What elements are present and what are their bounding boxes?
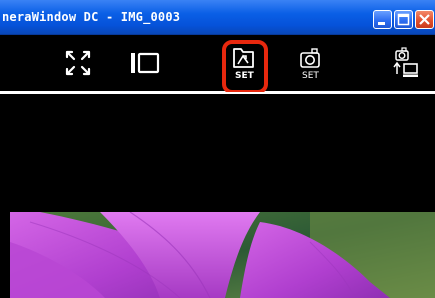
single-view-icon xyxy=(131,52,160,74)
highlight-ring xyxy=(222,40,268,94)
flower-image xyxy=(10,212,435,298)
camera-settings-button[interactable]: SET xyxy=(298,45,324,81)
single-view-button[interactable] xyxy=(130,51,160,75)
minimize-icon xyxy=(378,22,385,25)
full-screen-button[interactable] xyxy=(64,49,92,77)
full-screen-icon xyxy=(65,50,91,76)
window-titlebar[interactable]: neraWindow DC - IMG_0003 xyxy=(0,0,435,35)
close-icon xyxy=(419,14,430,25)
camera-settings-label: SET xyxy=(302,71,319,81)
minimize-button[interactable] xyxy=(373,10,392,29)
camera-settings-icon: SET xyxy=(300,48,320,81)
camera-to-computer-icon xyxy=(393,47,418,77)
flower-photo xyxy=(10,212,435,298)
window-title: neraWindow DC - IMG_0003 xyxy=(2,10,181,24)
maximize-button[interactable] xyxy=(394,10,413,29)
camera-to-computer-button[interactable] xyxy=(392,45,422,79)
toolbar: SET SET xyxy=(0,35,435,91)
maximize-icon xyxy=(397,13,410,26)
close-button[interactable] xyxy=(415,10,434,29)
